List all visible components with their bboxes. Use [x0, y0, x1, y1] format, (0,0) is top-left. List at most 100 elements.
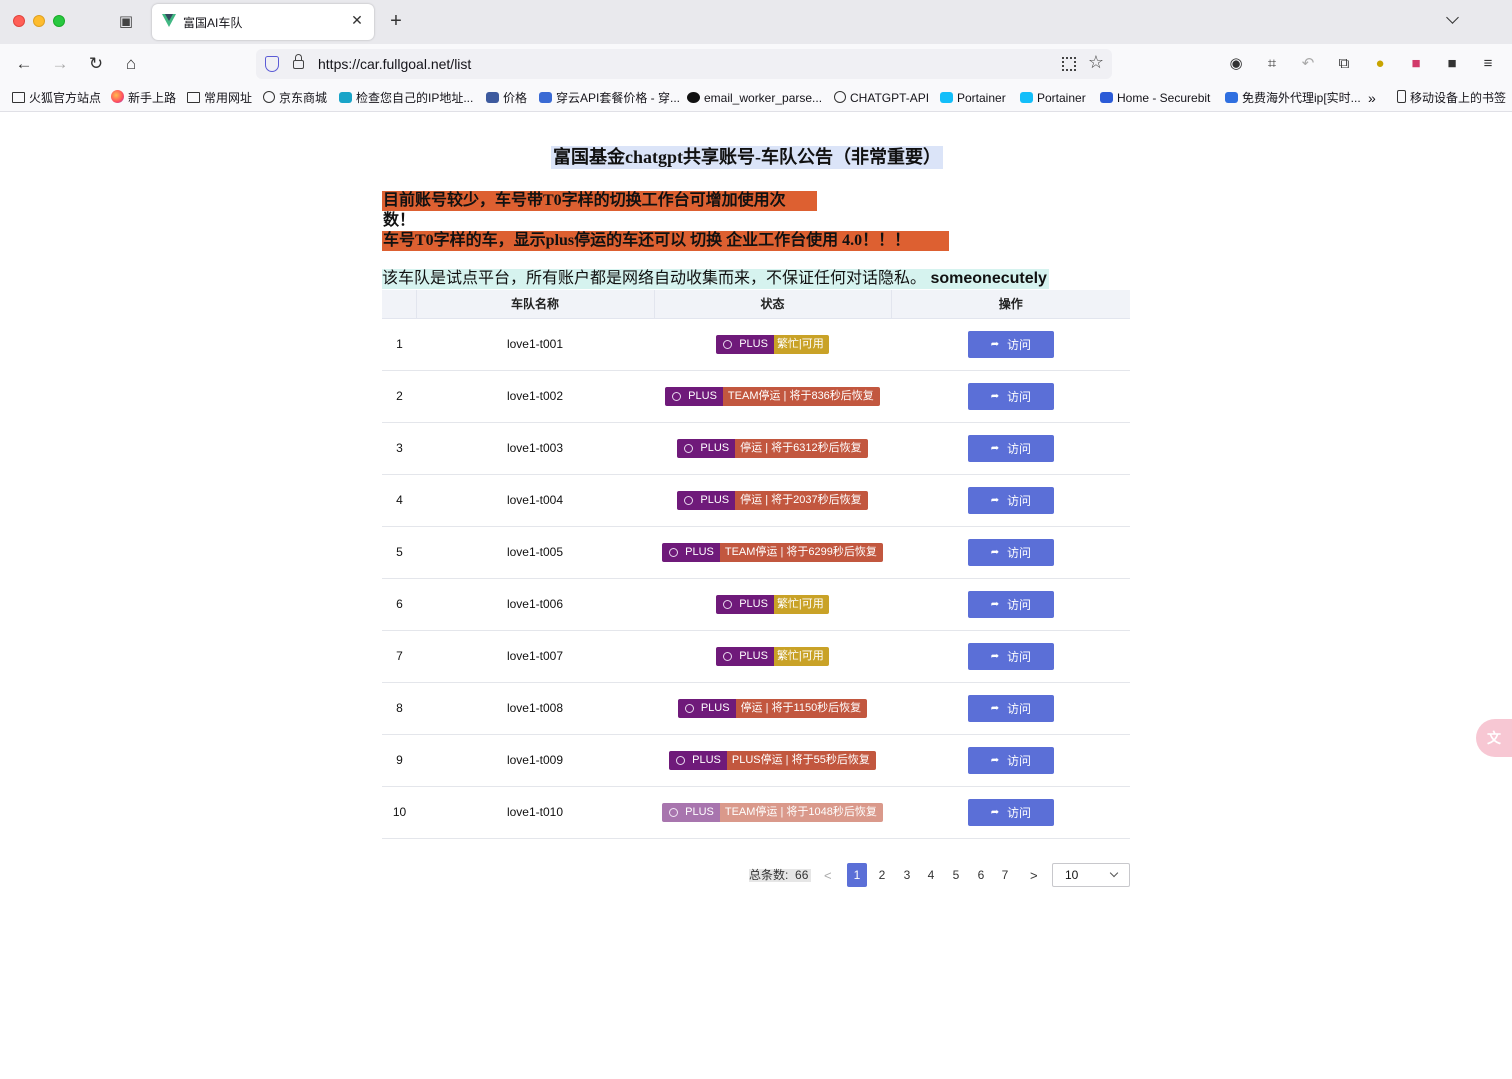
- plus-label: PLUS: [692, 753, 721, 766]
- next-page-icon[interactable]: >: [1030, 868, 1038, 883]
- status-cell: PLUS TEAM停运 | 将于836秒后恢复: [654, 370, 891, 423]
- extension-ring-icon[interactable]: ●: [1370, 54, 1390, 74]
- qr-code-icon[interactable]: [1062, 57, 1076, 71]
- plus-tag: PLUS: [716, 334, 774, 354]
- action-cell: ➦ 访问: [891, 682, 1130, 735]
- bookmark-item[interactable]: Portainer: [1020, 90, 1086, 106]
- globe-icon: [834, 91, 846, 103]
- bookmark-item[interactable]: 免费海外代理ip[实时...: [1225, 90, 1361, 106]
- visit-label: 访问: [1006, 493, 1031, 508]
- bookmark-item[interactable]: 移动设备上的书签: [1397, 90, 1506, 106]
- bookmark-item[interactable]: 新手上路: [111, 90, 176, 106]
- url-text[interactable]: https://car.fullgoal.net/list: [318, 56, 471, 72]
- bookmarks-bar: 火狐官方站点 新手上路 常用网址 京东商城 检查您自己的IP地址... 价格 穿…: [0, 84, 1512, 112]
- share-icon: ➦: [990, 806, 1000, 818]
- account-icon[interactable]: ◉: [1226, 54, 1246, 74]
- plus-tag: PLUS: [669, 750, 727, 770]
- row-index: 4: [382, 474, 416, 527]
- visit-button[interactable]: ➦ 访问: [967, 486, 1054, 514]
- share-icon: ➦: [990, 390, 1000, 402]
- page-button-2[interactable]: 2: [872, 863, 892, 887]
- home-icon[interactable]: ⌂: [121, 54, 141, 74]
- status-badge: PLUS 繁忙|可用: [716, 594, 829, 614]
- prev-page-icon[interactable]: <: [824, 868, 832, 883]
- status-badge: PLUS TEAM停运 | 将于6299秒后恢复: [662, 542, 883, 562]
- extension-mask-icon[interactable]: ■: [1442, 54, 1462, 74]
- bookmark-item[interactable]: Home - Securebit: [1100, 90, 1210, 106]
- table-row: 7 love1-t007 PLUS 繁忙|可用 ➦ 访问: [382, 630, 1130, 683]
- extensions-icon[interactable]: ⧉: [1334, 54, 1354, 74]
- visit-button[interactable]: ➦ 访问: [967, 382, 1054, 410]
- visit-label: 访问: [1006, 649, 1031, 664]
- status-text: TEAM停运 | 将于6299秒后恢复: [719, 542, 883, 562]
- undo-icon[interactable]: ↶: [1298, 54, 1318, 74]
- address-bar[interactable]: https://car.fullgoal.net/list ☆: [256, 49, 1112, 79]
- proxy-icon: [1225, 92, 1238, 103]
- reload-icon[interactable]: ↻: [86, 54, 106, 74]
- plus-label: PLUS: [700, 493, 730, 506]
- visit-button[interactable]: ➦ 访问: [967, 434, 1054, 462]
- visit-button[interactable]: ➦ 访问: [967, 798, 1054, 826]
- close-tab-icon[interactable]: ✕: [348, 11, 366, 29]
- bookmark-item[interactable]: 京东商城: [263, 90, 327, 106]
- bookmark-item[interactable]: 常用网址: [187, 90, 252, 106]
- bookmark-item[interactable]: email_worker_parse...: [687, 90, 822, 106]
- close-window-button[interactable]: [13, 15, 25, 27]
- status-cell: PLUS 停运 | 将于1150秒后恢复: [654, 682, 891, 735]
- tab-manager-icon[interactable]: ▣: [116, 12, 136, 32]
- page-button-3[interactable]: 3: [897, 863, 917, 887]
- action-cell: ➦ 访问: [891, 786, 1130, 839]
- maximize-window-button[interactable]: [53, 15, 65, 27]
- bookmark-item[interactable]: 价格: [486, 90, 527, 106]
- page-button-5[interactable]: 5: [946, 863, 966, 887]
- page-size-select[interactable]: 10: [1052, 863, 1130, 887]
- status-badge: PLUS PLUS停运 | 将于55秒后恢复: [669, 750, 876, 770]
- status-text: 繁忙|可用: [773, 334, 829, 354]
- fleet-name: love1-t010: [416, 786, 654, 839]
- screenshot-crop-icon[interactable]: ⌗: [1262, 54, 1282, 74]
- status-cell: PLUS TEAM停运 | 将于6299秒后恢复: [654, 526, 891, 579]
- openai-icon: [669, 547, 679, 557]
- menu-icon[interactable]: ≡: [1478, 54, 1498, 74]
- page-button-6[interactable]: 6: [971, 863, 991, 887]
- back-icon[interactable]: ←: [14, 54, 34, 74]
- bookmark-item[interactable]: Portainer: [940, 90, 1006, 106]
- active-tab[interactable]: 富国AI车队 ✕: [152, 4, 374, 40]
- fleet-name: love1-t005: [416, 526, 654, 579]
- status-cell: PLUS 停运 | 将于6312秒后恢复: [654, 422, 891, 475]
- openai-icon: [684, 443, 694, 453]
- bookmark-item[interactable]: 火狐官方站点: [12, 90, 101, 106]
- bookmark-star-icon[interactable]: ☆: [1088, 52, 1104, 73]
- openai-icon: [669, 807, 679, 817]
- status-cell: PLUS 繁忙|可用: [654, 630, 891, 683]
- status-cell: PLUS 停运 | 将于2037秒后恢复: [654, 474, 891, 527]
- bookmark-item[interactable]: 穿云API套餐价格 - 穿...: [539, 90, 680, 106]
- privacy-name: someonecutely: [930, 270, 1047, 287]
- page-button-7[interactable]: 7: [995, 863, 1015, 887]
- visit-button[interactable]: ➦ 访问: [967, 642, 1054, 670]
- privacy-notice: 该车队是试点平台，所有账户都是网络自动收集而来，不保证任何对话隐私。 someo…: [382, 269, 1049, 289]
- page-button-1[interactable]: 1: [847, 863, 867, 887]
- lock-icon[interactable]: [293, 54, 304, 69]
- visit-button[interactable]: ➦ 访问: [967, 694, 1054, 722]
- plus-label: PLUS: [685, 805, 714, 818]
- globe-icon: [263, 91, 275, 103]
- tracking-protection-icon[interactable]: [265, 56, 279, 72]
- page-button-4[interactable]: 4: [921, 863, 941, 887]
- translate-float-icon[interactable]: 文: [1476, 719, 1512, 757]
- forward-icon[interactable]: →: [50, 54, 70, 74]
- list-all-tabs-icon[interactable]: [1444, 11, 1460, 28]
- minimize-window-button[interactable]: [33, 15, 45, 27]
- bookmark-item[interactable]: CHATGPT-API: [834, 90, 929, 106]
- visit-button[interactable]: ➦ 访问: [967, 746, 1054, 774]
- more-bookmarks-icon[interactable]: »: [1368, 90, 1376, 106]
- bookmark-item[interactable]: 检查您自己的IP地址...: [339, 90, 473, 106]
- visit-label: 访问: [1006, 805, 1031, 820]
- translate-extension-icon[interactable]: ■: [1406, 54, 1426, 74]
- new-tab-button[interactable]: +: [386, 10, 406, 32]
- visit-button[interactable]: ➦ 访问: [967, 538, 1054, 566]
- visit-button[interactable]: ➦ 访问: [967, 330, 1054, 358]
- plus-tag: PLUS: [716, 646, 774, 666]
- visit-button[interactable]: ➦ 访问: [967, 590, 1054, 618]
- table-row: 6 love1-t006 PLUS 繁忙|可用 ➦ 访问: [382, 578, 1130, 631]
